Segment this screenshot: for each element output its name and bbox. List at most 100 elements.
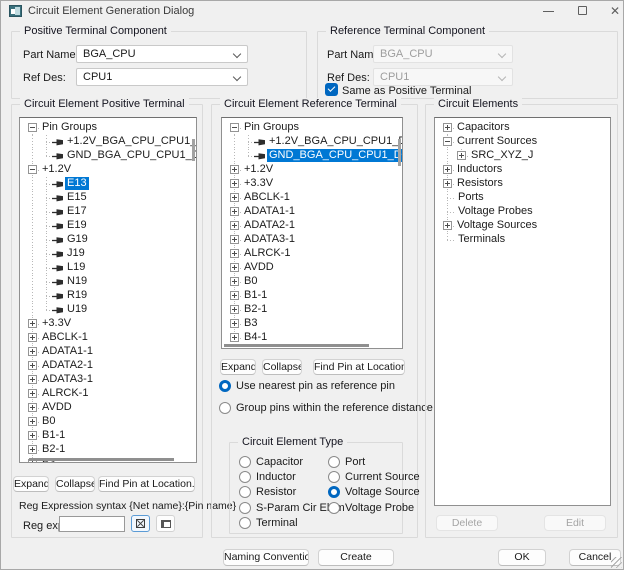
tree-item-label[interactable]: GND_BGA_CPU_CPU1_DCFlow [65, 149, 197, 162]
radio-icon[interactable] [239, 502, 251, 514]
tree-item[interactable]: SRC_XYZ_J [435, 149, 610, 163]
tree-item[interactable]: B2-1 [20, 443, 196, 457]
tree-item[interactable]: N19 [20, 275, 196, 289]
tree-item[interactable]: U19 [20, 303, 196, 317]
positive-terminal-tree[interactable]: Pin Groups+1.2V_BGA_CPU_CPU1_DCFlowGND_B… [19, 117, 197, 463]
radio-icon[interactable] [239, 517, 251, 529]
tree-item[interactable]: +1.2V [20, 163, 196, 177]
tree-expand-icon[interactable] [443, 179, 452, 188]
tree-item[interactable]: L19 [20, 261, 196, 275]
radio-voltage-probe[interactable]: Voltage Probe [328, 500, 420, 515]
regex-boxed-corner-button[interactable] [156, 515, 175, 532]
tree-item[interactable]: E13 [20, 177, 196, 191]
tree-item-label[interactable]: +1.2V_BGA_CPU_CPU1_DCFlow [65, 135, 197, 148]
tree-item[interactable]: +3.3V [20, 317, 196, 331]
create-button[interactable]: Create [318, 549, 394, 566]
tree-item-label[interactable]: ALRCK-1 [40, 387, 90, 400]
tree-item-label[interactable]: ADATA1-1 [40, 345, 95, 358]
naming-convention-button[interactable]: Naming Convention [223, 549, 309, 566]
tree-item[interactable]: +1.2V_BGA_CPU_CPU1_DCFlowS [222, 135, 402, 149]
tree-expand-icon[interactable] [28, 431, 37, 440]
tree-item-label[interactable]: ABCLK-1 [242, 191, 292, 204]
tree-item-label[interactable]: B2-1 [242, 303, 269, 316]
tree-item-label[interactable]: B0 [40, 415, 57, 428]
tree-expand-icon[interactable] [230, 319, 239, 328]
tree-item-label[interactable]: +3.3V [242, 177, 275, 190]
tree-expand-icon[interactable] [230, 291, 239, 300]
tree-expand-icon[interactable] [28, 347, 37, 356]
vertical-scrollbar[interactable] [192, 139, 195, 161]
tree-item-label[interactable]: Inductors [455, 163, 504, 176]
tree-item[interactable]: Ports [435, 191, 610, 205]
tree-item[interactable]: GND_BGA_CPU_CPU1_DCFlowSi [222, 149, 402, 163]
tree-item-label[interactable]: ADATA1-1 [242, 205, 297, 218]
tree-item-label[interactable]: B1-1 [40, 429, 67, 442]
tree-item-label[interactable]: E17 [65, 205, 89, 218]
radio-icon[interactable] [219, 380, 231, 392]
tree-item-label[interactable]: +1.2V [242, 163, 275, 176]
horizontal-scrollbar[interactable] [224, 344, 369, 347]
tree-expand-icon[interactable] [443, 123, 452, 132]
tree-item-label[interactable]: Voltage Probes [456, 205, 535, 218]
tree-expand-icon[interactable] [28, 319, 37, 328]
tree-item-label[interactable]: AVDD [40, 401, 74, 414]
reference-terminal-tree[interactable]: Pin Groups+1.2V_BGA_CPU_CPU1_DCFlowSGND_… [221, 117, 403, 349]
tree-item-label[interactable]: E15 [65, 191, 89, 204]
tree-expand-icon[interactable] [230, 249, 239, 258]
regex-boxed-x-button[interactable] [131, 515, 150, 532]
tree-collapse-icon[interactable] [230, 123, 239, 132]
tree-item-label[interactable]: Resistors [455, 177, 505, 190]
tree-expand-icon[interactable] [28, 403, 37, 412]
tree-item[interactable]: E17 [20, 205, 196, 219]
tree-expand-icon[interactable] [28, 375, 37, 384]
tree-item-label[interactable]: B1-1 [242, 289, 269, 302]
tree-expand-icon[interactable] [230, 263, 239, 272]
tree-item[interactable]: B2-1 [222, 303, 402, 317]
tree-expand-icon[interactable] [230, 235, 239, 244]
tree-item-label[interactable]: G19 [65, 233, 90, 246]
tree-item-label[interactable]: ALRCK-1 [242, 247, 292, 260]
tree-item-label[interactable]: E19 [65, 219, 89, 232]
tree-item-label[interactable]: B0 [242, 275, 259, 288]
tree-item[interactable]: ABCLK-1 [222, 191, 402, 205]
tree-item-label[interactable]: ADATA3-1 [242, 233, 297, 246]
tree-item-label[interactable]: +3.3V [40, 317, 73, 330]
tree-item-label[interactable]: ABCLK-1 [40, 331, 90, 344]
radio-voltage-source[interactable]: Voltage Source [328, 485, 420, 500]
radio-icon[interactable] [239, 486, 251, 498]
tree-item[interactable]: G19 [20, 233, 196, 247]
tree-expand-icon[interactable] [443, 165, 452, 174]
tree-item[interactable]: E19 [20, 219, 196, 233]
resize-grip[interactable] [611, 557, 622, 568]
tree-item-label[interactable]: +1.2V [40, 163, 73, 176]
ref-collapse-button[interactable]: Collapse [262, 359, 302, 375]
tree-item[interactable]: ALRCK-1 [20, 387, 196, 401]
tree-expand-icon[interactable] [443, 221, 452, 230]
tree-item-label[interactable]: AVDD [242, 261, 276, 274]
tree-expand-icon[interactable] [28, 417, 37, 426]
tree-expand-icon[interactable] [457, 151, 466, 160]
horizontal-scrollbar[interactable] [29, 458, 174, 461]
radio-icon[interactable] [328, 471, 340, 483]
ref-des-combo[interactable]: CPU1 [76, 68, 248, 86]
tree-collapse-icon[interactable] [443, 137, 452, 146]
tree-item[interactable]: ABCLK-1 [20, 331, 196, 345]
title-bar[interactable]: Circuit Element Generation Dialog ✕ [1, 1, 623, 22]
expand-button[interactable]: Expand [13, 476, 49, 492]
tree-item[interactable]: B4-1 [222, 331, 402, 345]
tree-item[interactable]: Current Sources [435, 135, 610, 149]
ok-button[interactable]: OK [498, 549, 546, 566]
tree-item[interactable]: Voltage Sources [435, 219, 610, 233]
tree-expand-icon[interactable] [230, 207, 239, 216]
tree-item[interactable]: +3.3V [222, 177, 402, 191]
tree-expand-icon[interactable] [230, 277, 239, 286]
tree-item[interactable]: B1-1 [20, 429, 196, 443]
tree-item[interactable]: R19 [20, 289, 196, 303]
tree-item[interactable]: ALRCK-1 [222, 247, 402, 261]
radio-icon[interactable] [219, 402, 231, 414]
tree-expand-icon[interactable] [28, 361, 37, 370]
tree-item[interactable]: Resistors [435, 177, 610, 191]
tree-item-label[interactable]: B3 [242, 317, 259, 330]
tree-item-label[interactable]: Ports [456, 191, 486, 204]
find-pin-button[interactable]: Find Pin at Location... [98, 476, 195, 492]
